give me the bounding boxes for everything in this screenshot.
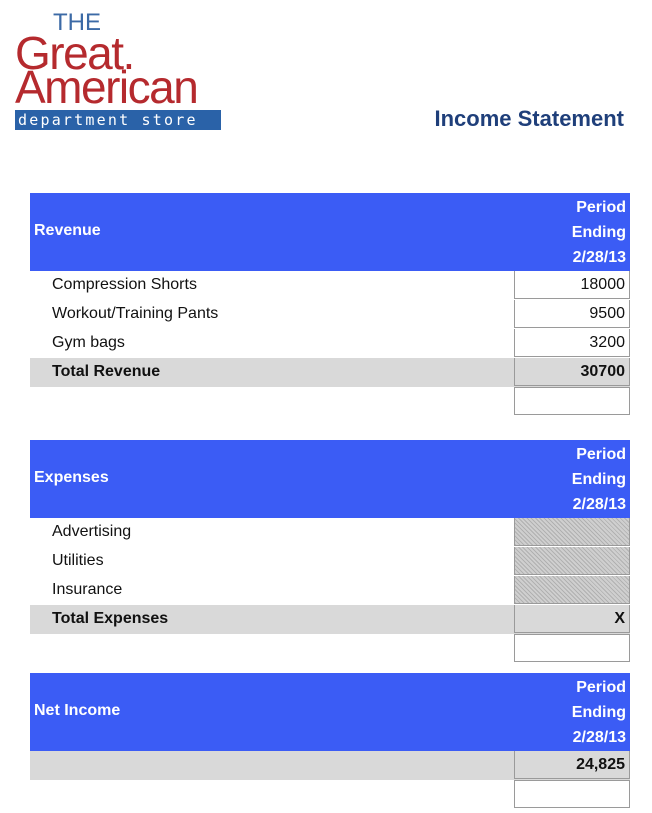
value-cell[interactable]: 18000 [514, 271, 630, 299]
revenue-row: Compression Shorts 18000 [30, 271, 630, 300]
row-label: Workout/Training Pants [52, 305, 219, 322]
revenue-header: Revenue Period Ending 2/28/13 [30, 193, 630, 271]
net-income-value-cell[interactable]: 24,825 [514, 751, 630, 779]
total-label: Total Expenses [52, 610, 169, 627]
spacer-row [30, 387, 630, 416]
period-line: Period [576, 199, 626, 216]
store-logo: THE Great. American department store [15, 11, 225, 130]
period-line: Period [576, 679, 626, 696]
logo-american: American [15, 61, 199, 113]
period-line: Period [576, 446, 626, 463]
empty-cell[interactable] [514, 634, 630, 662]
revenue-period-heading: Period Ending 2/28/13 [572, 195, 626, 270]
value-cell[interactable]: 3200 [514, 329, 630, 357]
expenses-period-heading: Period Ending 2/28/13 [572, 442, 626, 517]
value-cell[interactable]: 9500 [514, 300, 630, 328]
expenses-header: Expenses Period Ending 2/28/13 [30, 440, 630, 518]
net-income-section: Net Income Period Ending 2/28/13 24,825 [30, 673, 630, 809]
period-line: Ending [571, 224, 626, 241]
net-income-header: Net Income Period Ending 2/28/13 [30, 673, 630, 751]
spacer-row [30, 634, 630, 663]
total-expenses-row: Total Expenses X [30, 605, 630, 634]
row-label: Insurance [52, 581, 123, 598]
revenue-header-label: Revenue [34, 222, 101, 239]
total-value-cell[interactable]: X [514, 605, 630, 633]
period-line: 2/28/13 [572, 496, 626, 513]
expense-row: Insurance [30, 576, 630, 605]
period-line: Ending [571, 704, 626, 721]
value-cell[interactable] [514, 576, 630, 604]
revenue-row: Gym bags 3200 [30, 329, 630, 358]
total-value-cell[interactable]: 30700 [514, 358, 630, 386]
row-label: Advertising [52, 523, 132, 540]
logo-department-store: department store [15, 110, 221, 130]
empty-cell[interactable] [514, 387, 630, 415]
expenses-section: Expenses Period Ending 2/28/13 Advertisi… [30, 440, 630, 663]
expense-row: Utilities [30, 547, 630, 576]
page-title: Income Statement [434, 106, 625, 131]
value-cell[interactable] [514, 518, 630, 546]
net-income-period-heading: Period Ending 2/28/13 [572, 675, 626, 750]
revenue-section: Revenue Period Ending 2/28/13 Compressio… [30, 193, 630, 416]
revenue-row: Workout/Training Pants 9500 [30, 300, 630, 329]
row-label: Utilities [52, 552, 104, 569]
expense-row: Advertising [30, 518, 630, 547]
total-revenue-row: Total Revenue 30700 [30, 358, 630, 387]
row-label: Gym bags [52, 334, 125, 351]
period-line: Ending [571, 471, 626, 488]
row-label: Compression Shorts [52, 276, 197, 293]
net-income-row: 24,825 [30, 751, 630, 780]
period-line: 2/28/13 [572, 249, 626, 266]
spacer-row [30, 780, 630, 809]
period-line: 2/28/13 [572, 729, 626, 746]
value-cell[interactable] [514, 547, 630, 575]
net-income-header-label: Net Income [34, 702, 121, 719]
expenses-header-label: Expenses [34, 469, 109, 486]
total-label: Total Revenue [52, 363, 161, 380]
empty-cell[interactable] [514, 780, 630, 808]
